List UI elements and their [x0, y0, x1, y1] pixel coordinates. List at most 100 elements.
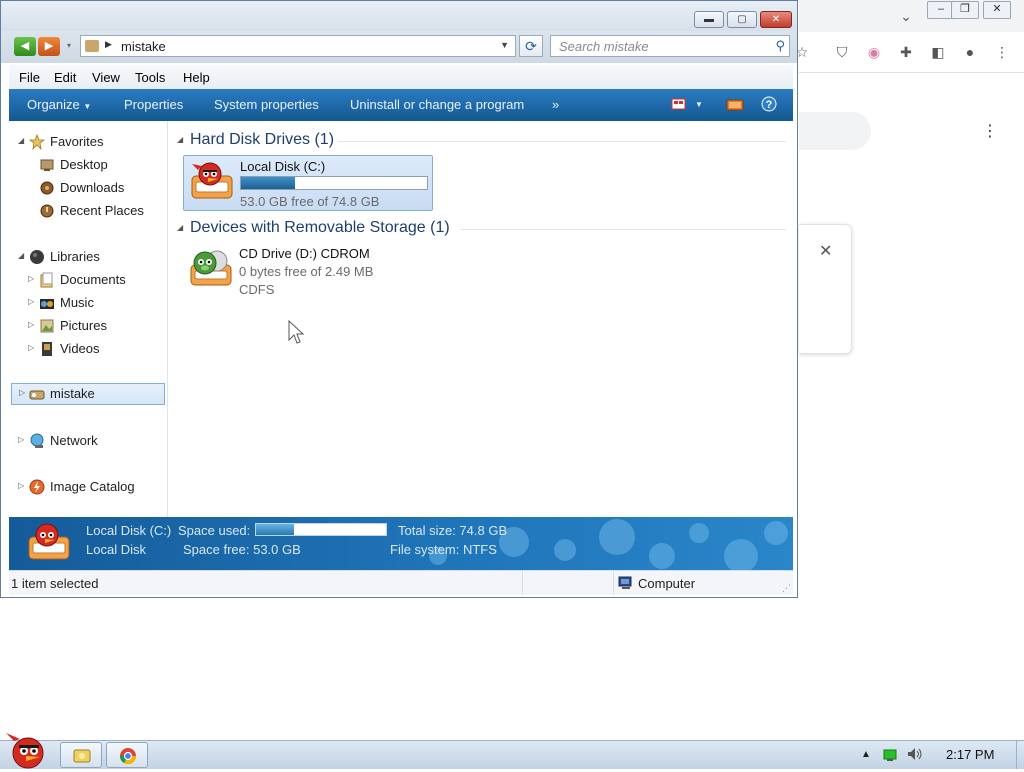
profile-avatar-icon[interactable]: ● — [961, 44, 979, 60]
address-bar[interactable]: ▶ mistake ▼ — [80, 35, 516, 57]
pictures-icon — [39, 318, 55, 334]
side-panel-icon[interactable]: ◧ — [929, 44, 947, 60]
drive-name: CD Drive (D:) CDROM — [239, 246, 370, 261]
menu-edit[interactable]: Edit — [54, 70, 76, 85]
properties-button[interactable]: Properties — [124, 97, 183, 112]
more-commands-button[interactable]: » — [552, 97, 559, 112]
tree-label: Recent Places — [60, 203, 144, 218]
extension-icon[interactable]: ◉ — [865, 44, 883, 60]
system-properties-button[interactable]: System properties — [214, 97, 319, 112]
tree-label: Desktop — [60, 157, 108, 172]
tree-videos[interactable]: ▷ Videos — [9, 338, 165, 360]
clock[interactable]: 2:17 PM — [946, 747, 994, 762]
group-title: Hard Disk Drives (1) — [190, 131, 335, 148]
group-header-hard-disks[interactable]: ◢ Hard Disk Drives (1) — [168, 130, 786, 152]
computer-icon — [29, 386, 45, 402]
tree-label: Network — [50, 433, 98, 448]
address-dropdown-icon[interactable]: ▼ — [500, 40, 509, 50]
libraries-icon — [29, 249, 45, 265]
taskbar-explorer-button[interactable] — [60, 742, 102, 768]
search-input[interactable] — [559, 37, 764, 55]
tree-downloads[interactable]: Downloads — [9, 177, 165, 199]
ublock-extension-icon[interactable]: ⛉ — [833, 44, 851, 60]
minimize-button[interactable]: ▬ — [694, 11, 724, 28]
organize-button[interactable]: Organize ▼ — [27, 97, 91, 112]
tree-computer[interactable]: ▷ mistake — [11, 383, 165, 405]
network-icon — [29, 433, 45, 449]
details-space-used-label: Space used: — [178, 523, 251, 538]
address-path[interactable]: mistake — [121, 39, 166, 54]
browser-window-background: ⌄ – ❐ ✕ ☆ ⛉ ◉ ✚ ◧ ● ⋮ ⋮ ✕ — [796, 0, 1024, 740]
mouse-cursor-icon — [288, 319, 305, 349]
tree-favorites[interactable]: ◢ Favorites — [9, 131, 165, 153]
drive-cd-d[interactable]: CD Drive (D:) CDROM 0 bytes free of 2.49… — [183, 243, 433, 299]
collapse-arrow-icon[interactable]: ▷ — [18, 481, 24, 490]
volume-icon[interactable] — [906, 746, 924, 765]
group-collapse-icon[interactable]: ◢ — [177, 223, 183, 232]
tree-network[interactable]: ▷ Network — [9, 430, 165, 452]
tree-music[interactable]: ▷ Music — [9, 292, 165, 314]
svg-text:?: ? — [766, 99, 773, 111]
tree-documents[interactable]: ▷ Documents — [9, 269, 165, 291]
cd-drive-icon — [187, 247, 235, 294]
view-options-icon[interactable] — [671, 96, 687, 112]
title-bar[interactable]: ▬ ▢ ✕ — [1, 1, 797, 31]
tree-desktop[interactable]: Desktop — [9, 154, 165, 176]
chevron-down-icon[interactable]: ⌄ — [897, 8, 915, 24]
collapse-arrow-icon[interactable]: ▷ — [19, 388, 25, 397]
popup-close-icon[interactable]: ✕ — [819, 241, 832, 261]
group-collapse-icon[interactable]: ◢ — [177, 135, 183, 144]
drive-local-disk-c[interactable]: Local Disk (C:) 53.0 GB free of 74.8 GB — [183, 155, 433, 211]
start-button-icon[interactable] — [2, 731, 50, 772]
browser-search-pill[interactable] — [799, 112, 871, 150]
menu-view[interactable]: View — [92, 70, 120, 85]
browser-menu-icon[interactable]: ⋮ — [993, 44, 1011, 60]
breadcrumb-arrow-icon[interactable]: ▶ — [105, 39, 112, 50]
expand-arrow-icon[interactable]: ◢ — [18, 251, 24, 260]
forward-button[interactable]: ▶ — [38, 37, 60, 56]
status-divider — [613, 571, 614, 595]
tree-recent-places[interactable]: Recent Places — [9, 200, 165, 222]
navigation-bar: ◀ ▶ ▾ ▶ mistake ▼ ⟳ ⚲ — [1, 31, 797, 63]
back-button[interactable]: ◀ — [14, 37, 36, 56]
collapse-arrow-icon[interactable]: ▷ — [28, 343, 34, 352]
recent-pages-icon[interactable]: ▾ — [67, 41, 71, 50]
group-header-removable[interactable]: ◢ Devices with Removable Storage (1) — [168, 218, 786, 240]
menu-tools[interactable]: Tools — [135, 70, 165, 85]
search-box[interactable]: ⚲ — [550, 35, 790, 57]
uninstall-program-button[interactable]: Uninstall or change a program — [350, 97, 524, 112]
status-location: Computer — [638, 576, 696, 591]
browser-close-button[interactable]: ✕ — [983, 1, 1011, 19]
tree-image-catalog[interactable]: ▷ Image Catalog — [9, 476, 165, 498]
view-dropdown-icon[interactable]: ▼ — [695, 100, 703, 109]
network-status-icon[interactable] — [882, 747, 898, 766]
close-button[interactable]: ✕ — [760, 11, 792, 28]
menu-file[interactable]: File — [19, 70, 40, 85]
help-icon[interactable]: ? — [761, 96, 777, 112]
browser-tabstrip: ⌄ – ❐ ✕ — [799, 0, 1024, 32]
collapse-arrow-icon[interactable]: ▷ — [28, 274, 34, 283]
show-desktop-button[interactable] — [1016, 741, 1024, 769]
tree-libraries[interactable]: ◢ Libraries — [9, 246, 165, 268]
menu-help[interactable]: Help — [183, 70, 210, 85]
browser-restore-button[interactable]: ❐ — [951, 1, 979, 19]
preview-pane-icon[interactable] — [726, 96, 744, 112]
collapse-arrow-icon[interactable]: ▷ — [18, 435, 24, 444]
tree-pictures[interactable]: ▷ Pictures — [9, 315, 165, 337]
taskbar-chrome-button[interactable] — [106, 742, 148, 768]
show-hidden-icons-icon[interactable]: ▲ — [861, 749, 871, 760]
tree-label: Downloads — [60, 180, 125, 195]
maximize-button[interactable]: ▢ — [727, 11, 757, 28]
refresh-button[interactable]: ⟳ — [519, 35, 543, 57]
resize-grip-icon[interactable]: ⋰ — [782, 583, 791, 594]
decorative-bubble — [554, 539, 576, 561]
expand-arrow-icon[interactable]: ◢ — [18, 136, 24, 145]
collapse-arrow-icon[interactable]: ▷ — [28, 320, 34, 329]
puzzle-extensions-icon[interactable]: ✚ — [897, 44, 915, 60]
folder-icon — [73, 747, 91, 766]
collapse-arrow-icon[interactable]: ▷ — [28, 297, 34, 306]
page-menu-icon[interactable]: ⋮ — [981, 124, 999, 140]
status-divider — [522, 571, 523, 595]
details-usage-fill — [256, 524, 294, 535]
search-icon[interactable]: ⚲ — [775, 38, 785, 54]
